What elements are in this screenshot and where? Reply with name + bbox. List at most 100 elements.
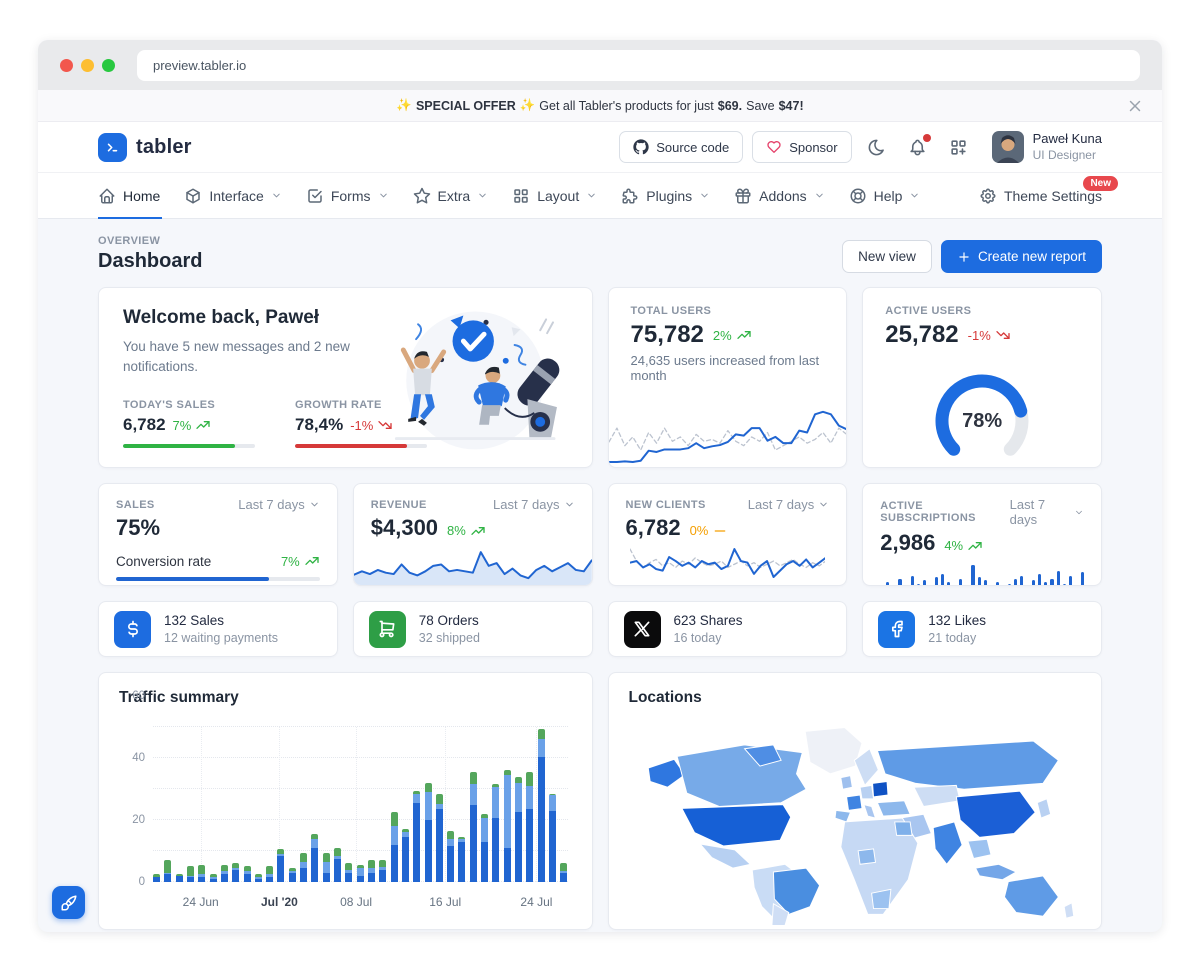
- minus-icon: [712, 523, 728, 539]
- browser-chrome: preview.tabler.io: [38, 40, 1162, 90]
- new-clients-period-dropdown[interactable]: Last 7 days: [748, 497, 830, 512]
- revenue-period-label: Last 7 days: [493, 497, 560, 512]
- traffic-bar: [549, 794, 556, 882]
- traffic-bar: [221, 865, 228, 882]
- mini-bar: [953, 585, 956, 586]
- address-bar[interactable]: preview.tabler.io: [137, 50, 1140, 81]
- nav-item-plugins[interactable]: Plugins: [609, 173, 722, 218]
- url-text: preview.tabler.io: [153, 58, 246, 73]
- banner-close-icon[interactable]: [1126, 97, 1144, 115]
- revenue-period-dropdown[interactable]: Last 7 days: [493, 497, 575, 512]
- traffic-bar: [255, 874, 262, 882]
- traffic-bar: [210, 874, 217, 882]
- gear-icon: [979, 187, 997, 205]
- nav-item-label: Interface: [209, 188, 263, 204]
- sales-card: SALES Last 7 days 75% Conversion rate 7%: [98, 483, 338, 586]
- traffic-bar: [458, 837, 465, 882]
- traffic-bar: [345, 863, 352, 882]
- revenue-trend: 8%: [447, 523, 466, 538]
- theme-customizer-button[interactable]: [52, 886, 85, 919]
- mini-bar: [1063, 584, 1066, 586]
- offer-save-amount: $47!: [779, 99, 804, 113]
- nav-item-extra[interactable]: Extra: [401, 173, 501, 218]
- mini-bar: [923, 580, 926, 586]
- traffic-bar: [492, 784, 499, 882]
- sparkles-icon: ✨: [396, 98, 412, 113]
- new-clients-period-label: Last 7 days: [748, 497, 815, 512]
- active-users-card: ACTIVE USERS 25,782 -1% 78%: [862, 287, 1102, 468]
- stat-subtitle: 21 today: [928, 630, 986, 646]
- locations-title: Locations: [629, 689, 1082, 707]
- mini-bar: [996, 582, 999, 586]
- facebook-icon: [887, 619, 907, 639]
- subscriptions-card: ACTIVE SUBSCRIPTIONS Last 7 days 2,986 4…: [862, 483, 1102, 586]
- todays-sales-trend: 7%: [173, 418, 192, 433]
- nav-item-interface[interactable]: Interface: [172, 173, 293, 218]
- home-icon: [98, 187, 116, 205]
- mini-bar: [935, 577, 938, 586]
- nav-item-label: Extra: [438, 188, 471, 204]
- source-code-button[interactable]: Source code: [619, 131, 743, 163]
- tabler-logo[interactable]: tabler: [98, 133, 192, 162]
- github-icon: [633, 139, 649, 155]
- heart-icon: [766, 139, 782, 155]
- apps-button[interactable]: [944, 132, 974, 162]
- stat-title: 132 Sales: [164, 612, 278, 630]
- checkbox-icon: [306, 187, 324, 205]
- mini-bar: [941, 574, 944, 586]
- theme-settings-button[interactable]: Theme Settings New: [979, 187, 1102, 205]
- mini-bar: [1069, 576, 1072, 586]
- traffic-bar: [447, 831, 454, 882]
- mini-bar: [1038, 574, 1041, 586]
- mini-bar: [1032, 580, 1035, 586]
- trending-up-icon: [195, 417, 211, 433]
- mini-bar: [1014, 579, 1017, 586]
- stat-title: 623 Shares: [674, 612, 743, 630]
- dark-mode-toggle[interactable]: [862, 132, 892, 162]
- notifications-button[interactable]: [903, 132, 933, 162]
- nav-item-forms[interactable]: Forms: [294, 173, 401, 218]
- traffic-bar: [334, 848, 341, 882]
- trending-up-icon: [736, 327, 752, 343]
- nav-item-label: Addons: [759, 188, 806, 204]
- subscriptions-period-dropdown[interactable]: Last 7 days: [1010, 497, 1084, 527]
- traffic-title: Traffic summary: [119, 689, 572, 707]
- traffic-bar: [323, 853, 330, 882]
- sales-period-dropdown[interactable]: Last 7 days: [238, 497, 320, 512]
- offer-text: Get all Tabler's products for just: [539, 99, 713, 113]
- mini-bar: [911, 576, 914, 586]
- total-users-label: TOTAL USERS: [631, 305, 825, 317]
- chevron-down-icon: [309, 499, 320, 510]
- mini-bar: [1020, 576, 1023, 586]
- window-maximize-button[interactable]: [102, 59, 115, 72]
- new-view-button[interactable]: New view: [842, 240, 932, 273]
- active-users-label: ACTIVE USERS: [885, 305, 1079, 317]
- revenue-label: REVENUE: [371, 499, 427, 511]
- sponsor-button[interactable]: Sponsor: [752, 131, 851, 163]
- window-close-button[interactable]: [60, 59, 73, 72]
- chevron-down-icon: [586, 190, 597, 201]
- chevron-down-icon: [271, 190, 282, 201]
- create-report-button[interactable]: Create new report: [941, 240, 1102, 273]
- window-minimize-button[interactable]: [81, 59, 94, 72]
- shopping-cart-icon: [369, 611, 406, 648]
- sponsor-label: Sponsor: [789, 140, 837, 155]
- trending-down-icon: [995, 327, 1011, 343]
- revenue-chart: [354, 549, 592, 585]
- traffic-bar: [300, 853, 307, 882]
- nav-item-home[interactable]: Home: [98, 173, 172, 218]
- chevron-down-icon: [378, 190, 389, 201]
- traffic-chart: 020406080100 24 JunJul '2008 Jul16 Jul24…: [119, 723, 572, 915]
- user-menu[interactable]: Paweł Kuna UI Designer: [992, 131, 1102, 163]
- traffic-bar: [244, 866, 251, 882]
- mini-bar: [984, 580, 987, 586]
- traffic-summary-card: Traffic summary 020406080100 24 JunJul '…: [98, 672, 593, 930]
- active-users-trend: -1%: [968, 328, 991, 343]
- nav-item-help[interactable]: Help: [837, 173, 933, 218]
- page-content: OVERVIEW Dashboard New view Create new r…: [38, 219, 1162, 930]
- nav-item-layout[interactable]: Layout: [500, 173, 609, 218]
- nav-item-addons[interactable]: Addons: [722, 173, 836, 218]
- x-axis-label: 24 Jul: [520, 895, 552, 909]
- sales-period-label: Last 7 days: [238, 497, 305, 512]
- x-brand-icon: [624, 611, 661, 648]
